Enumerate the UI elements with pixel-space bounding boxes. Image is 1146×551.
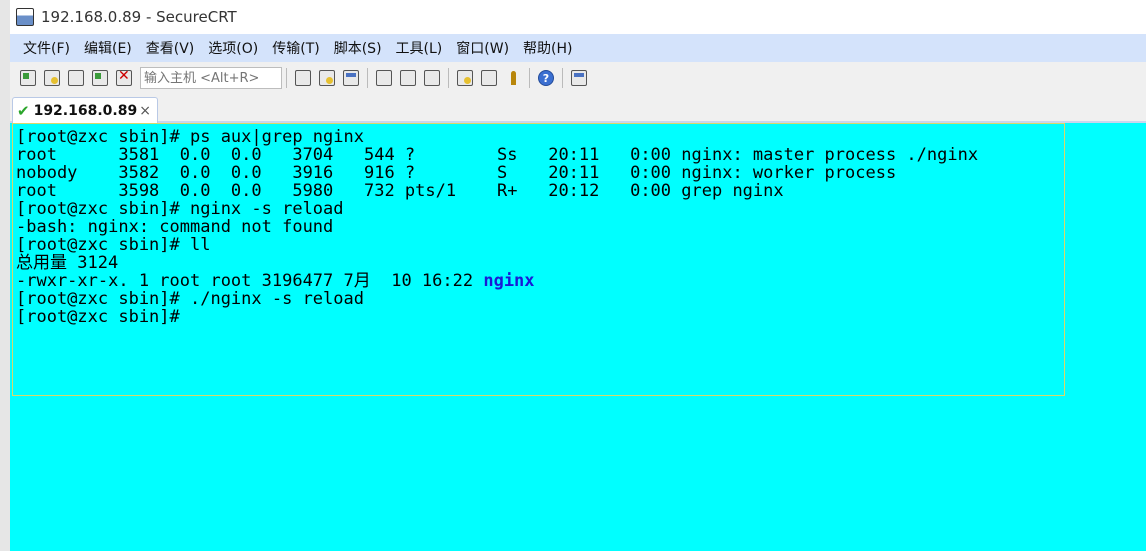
find-icon [343, 70, 359, 86]
global-options-icon [481, 70, 497, 86]
disconnect-button[interactable] [114, 68, 134, 88]
sftp-icon [571, 70, 587, 86]
paste-button[interactable] [317, 68, 337, 88]
terminal-output: [root@zxc sbin]# ps aux|grep nginx root … [16, 128, 978, 326]
terminal-line: -bash: nginx: command not found [16, 217, 334, 237]
print-button[interactable] [374, 68, 394, 88]
menu-options[interactable]: 选项(O) [201, 38, 265, 58]
global-options-button[interactable] [479, 68, 499, 88]
disconnect-icon [116, 68, 132, 86]
sftp-button[interactable] [569, 68, 589, 88]
print-setup-button[interactable] [398, 68, 418, 88]
help-icon: ? [538, 70, 554, 86]
terminal-line: [root@zxc sbin]# ll [16, 235, 211, 255]
reconnect-button[interactable] [90, 68, 110, 88]
menu-window[interactable]: 窗口(W) [449, 38, 516, 58]
connect-icon [20, 70, 36, 86]
session-options-icon [457, 70, 473, 86]
print-screen-icon [424, 70, 440, 86]
paste-icon [319, 70, 335, 86]
connected-check-icon: ✔ [17, 101, 30, 120]
quick-connect-icon [44, 70, 60, 86]
session-tab-bar: ✔ 192.168.0.89 × [10, 94, 1146, 123]
session-options-button[interactable] [455, 68, 475, 88]
terminal-line: root 3598 0.0 0.0 5980 732 pts/1 R+ 20:1… [16, 181, 784, 201]
print-icon [376, 70, 392, 86]
connect-in-tab-button[interactable] [66, 68, 86, 88]
terminal-line: [root@zxc sbin]# [16, 307, 190, 327]
keymap-icon [505, 70, 521, 86]
toolbar: ? [10, 62, 1146, 94]
print-setup-icon [400, 70, 416, 86]
host-input[interactable] [140, 67, 282, 89]
help-button[interactable]: ? [536, 68, 556, 88]
terminal-highlight-filename: nginx [483, 271, 535, 291]
menu-tools[interactable]: 工具(L) [389, 38, 450, 58]
menu-bar: 文件(F) 编辑(E) 查看(V) 选项(O) 传输(T) 脚本(S) 工具(L… [10, 34, 1146, 62]
session-tab[interactable]: ✔ 192.168.0.89 × [12, 97, 158, 123]
terminal-line: -rwxr-xr-x. 1 root root 3196477 7月 10 16… [16, 271, 484, 291]
terminal-line: [root@zxc sbin]# ps aux|grep nginx [16, 127, 364, 147]
menu-transfer[interactable]: 传输(T) [265, 38, 326, 58]
connect-tab-icon [68, 70, 84, 86]
copy-icon [295, 70, 311, 86]
reconnect-icon [92, 70, 108, 86]
menu-script[interactable]: 脚本(S) [327, 38, 389, 58]
menu-view[interactable]: 查看(V) [139, 38, 202, 58]
securecrt-app-icon [16, 8, 34, 26]
menu-edit[interactable]: 编辑(E) [77, 38, 139, 58]
title-bar: 192.168.0.89 - SecureCRT [10, 0, 1146, 34]
terminal-line: [root@zxc sbin]# ./nginx -s reload [16, 289, 364, 309]
find-button[interactable] [341, 68, 361, 88]
tab-close-icon[interactable]: × [139, 103, 151, 119]
terminal-line: [root@zxc sbin]# nginx -s reload [16, 199, 344, 219]
toolbar-separator [286, 68, 287, 88]
terminal-line: 总用量 3124 [16, 253, 119, 273]
menu-file[interactable]: 文件(F) [16, 38, 77, 58]
copy-button[interactable] [293, 68, 313, 88]
terminal-line: root 3581 0.0 0.0 3704 544 ? Ss 20:11 0:… [16, 145, 979, 165]
print-screen-button[interactable] [422, 68, 442, 88]
quick-connect-button[interactable] [42, 68, 62, 88]
connect-button[interactable] [18, 68, 38, 88]
session-tab-label: 192.168.0.89 [33, 102, 138, 119]
window-title: 192.168.0.89 - SecureCRT [41, 8, 237, 26]
toolbar-separator [562, 68, 563, 88]
toolbar-separator [367, 68, 368, 88]
terminal-area[interactable]: [root@zxc sbin]# ps aux|grep nginx root … [10, 123, 1146, 551]
keymap-button[interactable] [503, 68, 523, 88]
toolbar-separator [448, 68, 449, 88]
toolbar-separator [529, 68, 530, 88]
menu-help[interactable]: 帮助(H) [516, 38, 579, 58]
terminal-line: nobody 3582 0.0 0.0 3916 916 ? S 20:11 0… [16, 163, 897, 183]
